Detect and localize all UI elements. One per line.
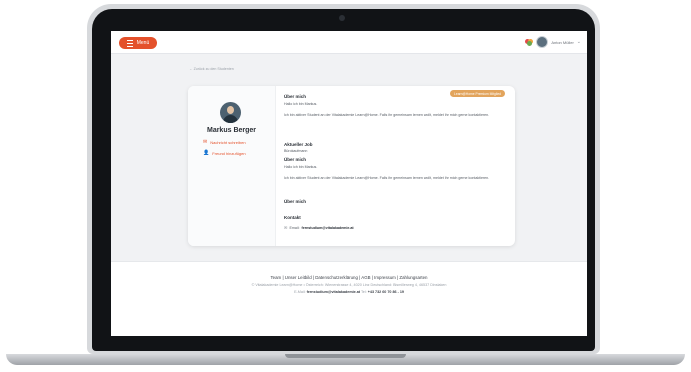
footer-email-prefix: E-Mail: — [294, 290, 306, 294]
about2-title: Über mich — [284, 157, 307, 162]
about2-greeting: Hallo ich bin Markus. — [284, 165, 318, 169]
top-bar: Menü Anton Müller ⌄ — [111, 31, 587, 54]
menu-button[interactable]: Menü — [119, 37, 157, 49]
camera-dot — [339, 15, 345, 21]
profile-sidebar: Markus Berger ✉ Nachricht schreiben 👤 Fr… — [188, 86, 276, 246]
contact-line: ✉ Email: fernstudium@vitalakademie.at — [284, 225, 354, 230]
add-friend-label: Freund hinzufügen — [212, 151, 246, 156]
mail-icon: ✉ — [284, 225, 288, 230]
job-title: Aktueller Job — [284, 142, 313, 147]
job-value: Bürokaufmann — [284, 149, 308, 153]
contact-label: Email: — [289, 225, 300, 230]
menu-label: Menü — [136, 40, 150, 46]
about2-text: Ich bin aktiver Student an der Vitalakad… — [284, 176, 490, 180]
about-text: Ich bin aktiver Student an der Vitalakad… — [284, 113, 490, 117]
footer: Team | Unser Leitbild | Datenschutzerklä… — [111, 261, 587, 336]
profile-avatar — [220, 102, 241, 123]
add-user-icon: 👤 — [203, 150, 210, 156]
add-friend-link[interactable]: 👤 Freund hinzufügen — [203, 150, 246, 157]
avatar[interactable] — [536, 36, 549, 48]
about-title: Über mich — [284, 94, 307, 99]
premium-badge: Learn@Home Premium Mitglied — [450, 90, 505, 97]
footer-address: © Vitalakademie Learn@Home • Österreich:… — [251, 283, 447, 287]
user-name: Anton Müller — [551, 39, 574, 45]
screen: Menü Anton Müller ⌄ ← Zurück zu den Stud… — [111, 31, 587, 336]
chat-icon: ✉ — [203, 139, 208, 145]
footer-links[interactable]: Team | Unser Leitbild | Datenschutzerklä… — [111, 275, 587, 280]
contact-email[interactable]: fernstudium@vitalakademie.at — [302, 226, 354, 230]
send-message-label: Nachricht schreiben — [210, 140, 246, 145]
contact-title: Kontakt — [284, 215, 301, 220]
footer-contact: E-Mail: fernstudium@vitalakademie.at Tel… — [111, 290, 587, 294]
heart-icon[interactable] — [525, 38, 534, 46]
user-menu[interactable]: Anton Müller ⌄ — [525, 36, 581, 48]
profile-name: Markus Berger — [206, 127, 257, 134]
about-greeting: Hallo ich bin Markus. — [284, 102, 318, 106]
footer-email[interactable]: fernstudium@vitalakademie.at — [307, 290, 360, 294]
about3-title: Über mich — [284, 199, 307, 204]
hamburger-icon — [126, 39, 133, 47]
profile-card: Markus Berger ✉ Nachricht schreiben 👤 Fr… — [188, 86, 515, 246]
chevron-down-icon[interactable]: ⌄ — [577, 39, 581, 45]
send-message-link[interactable]: ✉ Nachricht schreiben — [203, 139, 246, 146]
laptop-notch — [285, 354, 406, 358]
footer-phone-prefix: Tel: — [360, 290, 367, 294]
back-link[interactable]: ← Zurück zu den Studenten — [189, 67, 234, 71]
footer-phone[interactable]: +43 732 60 70 86 - 19 — [368, 290, 404, 294]
